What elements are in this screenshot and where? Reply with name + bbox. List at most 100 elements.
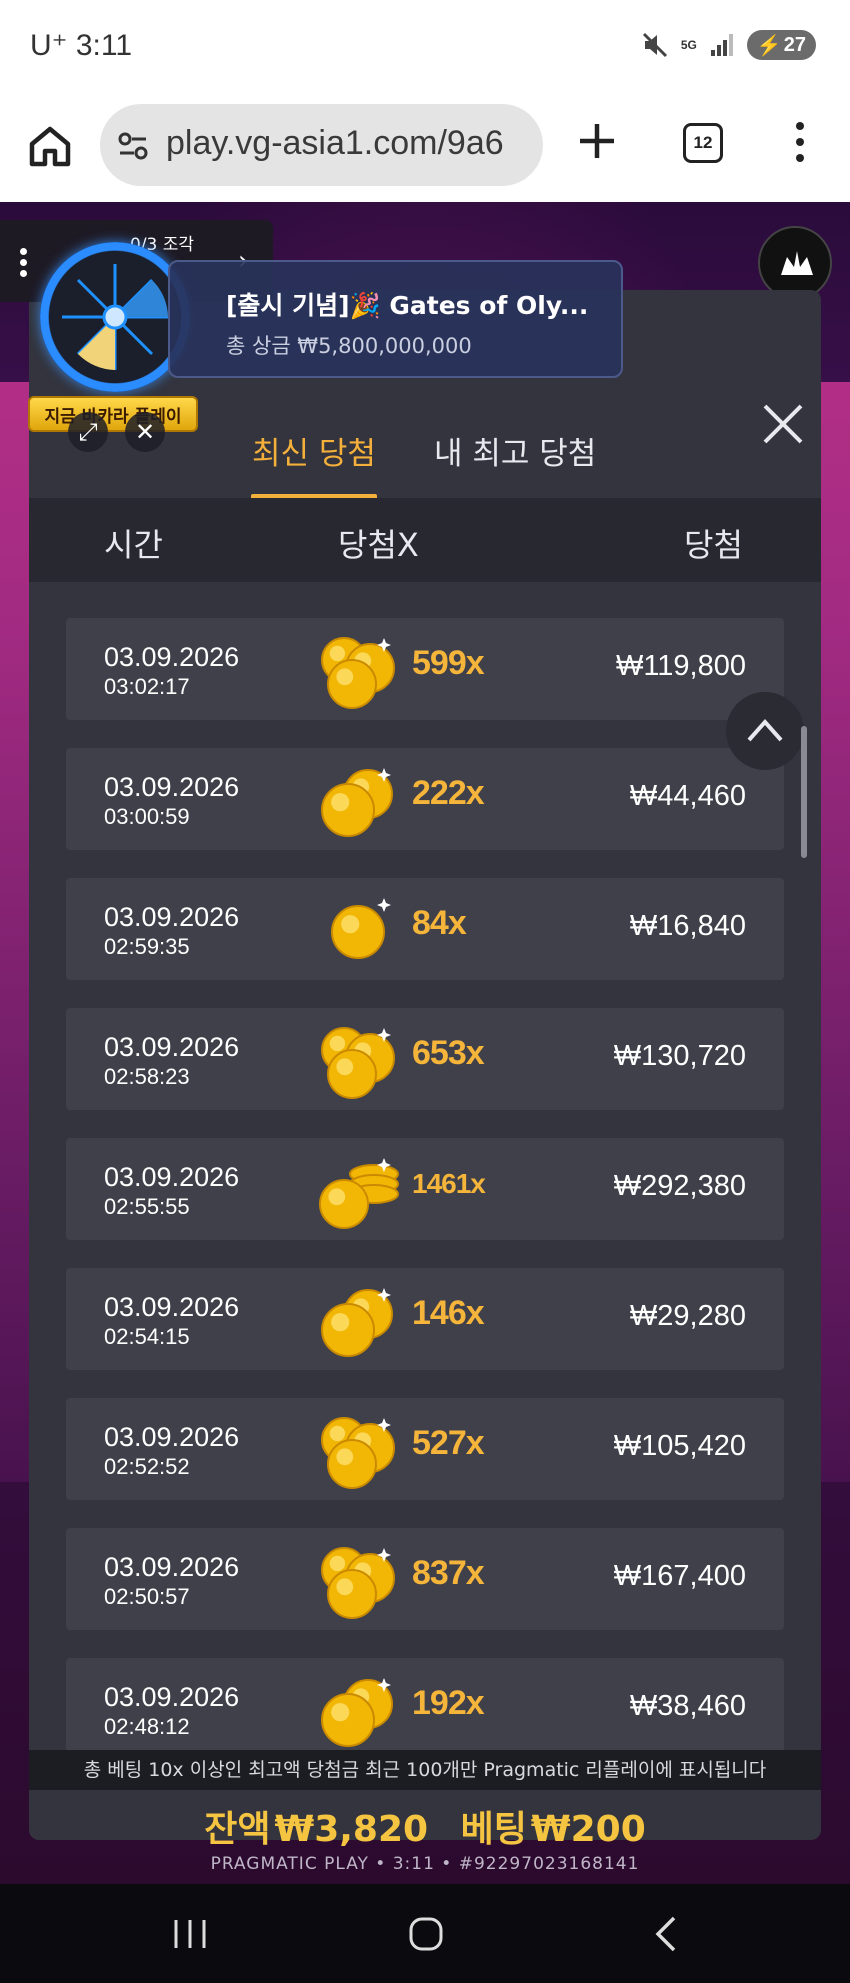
table-row: 03.09.2026 02:54:15 146x ₩29,280 bbox=[66, 1268, 784, 1370]
scrollbar[interactable] bbox=[801, 726, 807, 858]
row-time: 02:59:35 bbox=[104, 934, 190, 959]
home-icon bbox=[29, 126, 71, 167]
close-icon[interactable]: ✕ bbox=[125, 412, 165, 452]
table-row: 03.09.2026 02:59:35 84x ₩16,840 bbox=[66, 878, 784, 980]
row-win-amount: ₩167,400 bbox=[613, 1560, 746, 1592]
row-multiplier: 84x bbox=[412, 904, 467, 942]
row-date: 03.09.2026 bbox=[104, 1162, 240, 1192]
coins-icon bbox=[314, 762, 402, 840]
row-date: 03.09.2026 bbox=[104, 772, 240, 802]
chevron-up-icon bbox=[747, 718, 783, 742]
status-bar: U⁺ 3:11 5G ⚡ 27 bbox=[0, 0, 850, 92]
row-multiplier: 192x bbox=[412, 1684, 485, 1722]
column-header-win: 당첨 bbox=[684, 526, 743, 564]
row-date: 03.09.2026 bbox=[104, 1292, 240, 1322]
battery-level: 27 bbox=[783, 33, 806, 56]
table-row: 03.09.2026 02:50:57 837x ₩167,400 bbox=[66, 1528, 784, 1630]
browser-toolbar: play.vg-asia1.com/9a6 12 bbox=[0, 92, 850, 202]
carrier-label: U⁺ bbox=[30, 29, 68, 62]
clock: 3:11 bbox=[75, 29, 133, 62]
background-decoration bbox=[820, 382, 850, 1482]
tab-latest-wins[interactable]: 최신 당첨 bbox=[252, 428, 376, 473]
expand-icon[interactable]: ⤢ bbox=[68, 412, 108, 452]
row-time: 02:50:57 bbox=[104, 1584, 190, 1609]
table-row: 03.09.2026 02:48:12 192x ₩38,460 bbox=[66, 1658, 784, 1752]
site-settings-icon[interactable] bbox=[118, 131, 148, 165]
column-header-time: 시간 bbox=[104, 526, 163, 564]
row-win-amount: ₩292,380 bbox=[613, 1170, 746, 1202]
bet-value: ₩200 bbox=[530, 1809, 646, 1850]
balance-value: ₩3,820 bbox=[274, 1809, 429, 1850]
row-date: 03.09.2026 bbox=[104, 1682, 240, 1712]
row-win-amount: ₩38,460 bbox=[629, 1690, 746, 1722]
row-win-amount: ₩16,840 bbox=[629, 910, 746, 942]
coins-icon bbox=[314, 1542, 402, 1620]
tab-my-best-wins[interactable]: 내 최고 당첨 bbox=[434, 428, 596, 473]
scroll-to-top-button[interactable] bbox=[726, 692, 804, 770]
row-date: 03.09.2026 bbox=[104, 1032, 240, 1062]
row-time: 02:58:23 bbox=[104, 1064, 190, 1089]
home-nav-icon[interactable] bbox=[404, 1912, 448, 1956]
promo-banner[interactable]: [출시 기념]🎉 Gates of Oly... 총 상금 ₩5,800,000… bbox=[168, 260, 623, 378]
replay-note: 총 베팅 10x 이상인 최고액 당첨금 최근 100개만 Pragmatic … bbox=[29, 1750, 821, 1790]
system-nav-bar bbox=[0, 1884, 850, 1983]
plus-icon bbox=[580, 124, 614, 158]
coins-icon bbox=[314, 1282, 402, 1360]
row-date: 03.09.2026 bbox=[104, 1422, 240, 1452]
address-bar[interactable]: play.vg-asia1.com/9a6 bbox=[100, 104, 543, 186]
coins-icon bbox=[314, 1152, 402, 1230]
table-row: 03.09.2026 02:52:52 527x ₩105,420 bbox=[66, 1398, 784, 1500]
row-multiplier: 653x bbox=[412, 1034, 485, 1072]
row-multiplier: 222x bbox=[412, 774, 485, 812]
play-baccarat-label[interactable]: 지금 바카라 플레이 bbox=[28, 396, 198, 432]
crown-menu-button[interactable] bbox=[758, 226, 832, 300]
battery-icon: ⚡ 27 bbox=[746, 30, 816, 60]
row-win-amount: ₩130,720 bbox=[613, 1040, 746, 1072]
promo-prize: 총 상금 ₩5,800,000,000 bbox=[226, 334, 472, 358]
row-time: 02:52:52 bbox=[104, 1454, 190, 1479]
row-multiplier: 146x bbox=[412, 1294, 485, 1332]
row-time: 02:55:55 bbox=[104, 1194, 190, 1219]
background-decoration bbox=[0, 382, 30, 1482]
table-row: 03.09.2026 02:55:55 1461x ₩292,380 bbox=[66, 1138, 784, 1240]
coins-icon bbox=[314, 1412, 402, 1490]
coins-icon bbox=[314, 632, 402, 710]
row-time: 03:00:59 bbox=[104, 804, 190, 829]
row-multiplier: 527x bbox=[412, 1424, 485, 1462]
wins-list[interactable]: 03.09.2026 03:02:17 599x ₩119,800 03.09.… bbox=[29, 582, 821, 1752]
back-icon[interactable] bbox=[648, 1912, 684, 1956]
row-multiplier: 599x bbox=[412, 644, 485, 682]
bet-label: 베팅 bbox=[460, 1809, 527, 1850]
network-type-icon: 5G bbox=[680, 38, 697, 52]
recent-apps-icon[interactable] bbox=[170, 1912, 210, 1956]
row-time: 02:48:12 bbox=[104, 1714, 190, 1739]
winners-panel: 최신 당첨 내 최고 당첨 시간 당첨X 당첨 03.09.2026 03:02… bbox=[29, 290, 821, 1840]
new-tab-button[interactable] bbox=[576, 120, 618, 162]
row-date: 03.09.2026 bbox=[104, 1552, 240, 1582]
game-footer: PRAGMATIC PLAY • 3:11 • #92297023168141 bbox=[210, 1854, 640, 1874]
table-header: 시간 당첨X 당첨 bbox=[29, 498, 821, 582]
tab-switcher-button[interactable]: 12 bbox=[683, 123, 723, 163]
column-header-multiplier: 당첨X bbox=[338, 526, 419, 564]
promo-title: [출시 기념]🎉 Gates of Oly... bbox=[226, 291, 589, 320]
coins-icon bbox=[314, 1022, 402, 1100]
coins-icon bbox=[314, 892, 402, 970]
row-multiplier: 1461x bbox=[412, 1168, 486, 1199]
row-time: 03:02:17 bbox=[104, 674, 190, 699]
row-win-amount: ₩119,800 bbox=[615, 650, 746, 682]
browser-menu-button[interactable] bbox=[790, 122, 810, 166]
row-win-amount: ₩105,420 bbox=[613, 1430, 746, 1462]
row-multiplier: 837x bbox=[412, 1554, 485, 1592]
table-row: 03.09.2026 02:58:23 653x ₩130,720 bbox=[66, 1008, 784, 1110]
row-win-amount: ₩29,280 bbox=[629, 1300, 746, 1332]
row-date: 03.09.2026 bbox=[104, 902, 240, 932]
game-area: 최신 당첨 내 최고 당첨 시간 당첨X 당첨 03.09.2026 03:02… bbox=[0, 202, 850, 1884]
home-button[interactable] bbox=[26, 122, 74, 170]
table-row: 03.09.2026 03:02:17 599x ₩119,800 bbox=[66, 618, 784, 720]
table-row: 03.09.2026 03:00:59 222x ₩44,460 bbox=[66, 748, 784, 850]
signal-icon bbox=[709, 32, 735, 58]
url-text: play.vg-asia1.com/9a6 bbox=[166, 124, 504, 162]
row-time: 02:54:15 bbox=[104, 1324, 190, 1349]
row-win-amount: ₩44,460 bbox=[629, 780, 746, 812]
drag-handle-icon[interactable] bbox=[20, 248, 28, 281]
